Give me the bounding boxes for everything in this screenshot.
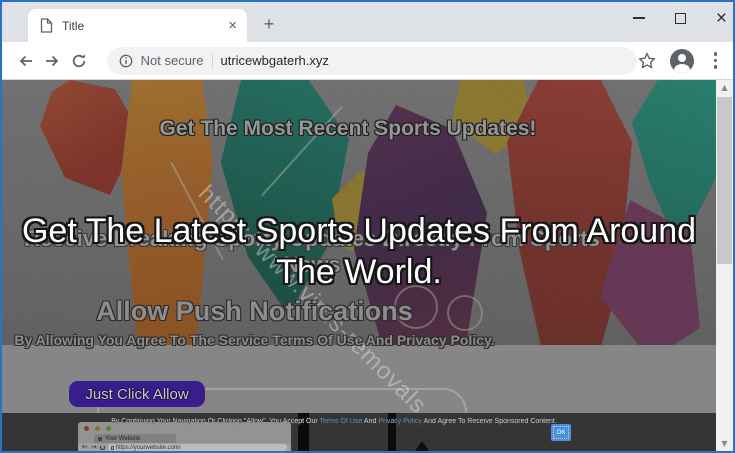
tab-strip: Title × + × bbox=[2, 2, 733, 42]
push-notification-block: Allow Push Notifications bbox=[2, 296, 507, 327]
address-bar[interactable]: Not secure utricewbgaterh.xyz bbox=[107, 47, 638, 75]
profile-avatar-icon[interactable] bbox=[670, 49, 694, 73]
new-tab-button[interactable]: + bbox=[257, 12, 281, 36]
scrollbar[interactable]: ▲ ▼ bbox=[716, 80, 733, 451]
browser-mockup-image: Your Website ← → https://yourwebsite.com… bbox=[78, 422, 291, 451]
scrollbar-thumb[interactable] bbox=[717, 97, 732, 264]
headline-main-line1: Get The Latest Sports Updates From Aroun… bbox=[2, 211, 716, 252]
cursor-arrow-icon bbox=[415, 441, 429, 451]
headline-main: Get The Latest Sports Updates From Aroun… bbox=[2, 211, 716, 293]
privacy-policy-link[interactable]: Privacy Policy bbox=[378, 418, 422, 425]
window-controls: × bbox=[633, 6, 727, 30]
push-subtitle: By Allowing You Agree To The Service Ter… bbox=[2, 332, 507, 348]
back-button[interactable] bbox=[12, 47, 39, 75]
browser-tab[interactable]: Title × bbox=[28, 9, 247, 42]
ok-button[interactable]: OK bbox=[551, 424, 571, 441]
consent-text: By Continuing Your Navigation Or Clickin… bbox=[2, 418, 716, 425]
consent-text-after: And Agree To Receive Sponsored Content. bbox=[422, 418, 557, 425]
url-text[interactable]: utricewbgaterh.xyz bbox=[221, 53, 329, 68]
omnibox-divider bbox=[212, 53, 213, 68]
mockup-dim-overlay bbox=[78, 422, 291, 451]
forward-button[interactable] bbox=[39, 47, 66, 75]
scrollbar-down-icon[interactable]: ▼ bbox=[716, 436, 733, 451]
push-title: Allow Push Notifications bbox=[2, 296, 507, 327]
forward-arrow-icon bbox=[44, 53, 61, 69]
tab-close-icon[interactable]: × bbox=[226, 18, 239, 33]
terms-of-use-link[interactable]: Terms Of Use bbox=[320, 418, 363, 425]
reload-button[interactable] bbox=[66, 47, 93, 75]
page-favicon-icon bbox=[40, 18, 53, 33]
page-content: https://www.virus-removals.com Get The M… bbox=[2, 80, 733, 451]
maximize-icon[interactable] bbox=[675, 13, 686, 24]
consent-text-middle: And bbox=[362, 418, 378, 425]
info-icon bbox=[119, 54, 133, 68]
toolbar-right-icons bbox=[638, 49, 724, 73]
reload-icon bbox=[71, 53, 87, 69]
browser-window: Title × + × Not s bbox=[0, 0, 735, 453]
headline-top: Get The Most Recent Sports Updates! bbox=[2, 117, 694, 141]
minimize-icon[interactable] bbox=[633, 17, 645, 19]
consent-text-before: By Continuing Your Navigation Or Clickin… bbox=[111, 418, 319, 425]
scrollbar-up-icon[interactable]: ▲ bbox=[716, 80, 733, 95]
window-close-icon[interactable]: × bbox=[716, 9, 727, 28]
consent-strip: Your Website ← → https://yourwebsite.com… bbox=[2, 413, 716, 451]
headline-main-line2: The World. bbox=[2, 252, 716, 293]
avatar-head bbox=[678, 54, 686, 62]
avatar-body bbox=[674, 64, 690, 73]
bookmark-star-icon[interactable] bbox=[638, 52, 656, 69]
menu-dots-icon[interactable] bbox=[708, 50, 724, 71]
tab-title: Title bbox=[62, 19, 226, 33]
back-arrow-icon bbox=[17, 53, 34, 69]
just-click-allow-button[interactable]: Just Click Allow bbox=[69, 381, 205, 407]
browser-toolbar: Not secure utricewbgaterh.xyz bbox=[2, 42, 733, 80]
security-label: Not secure bbox=[141, 53, 204, 68]
